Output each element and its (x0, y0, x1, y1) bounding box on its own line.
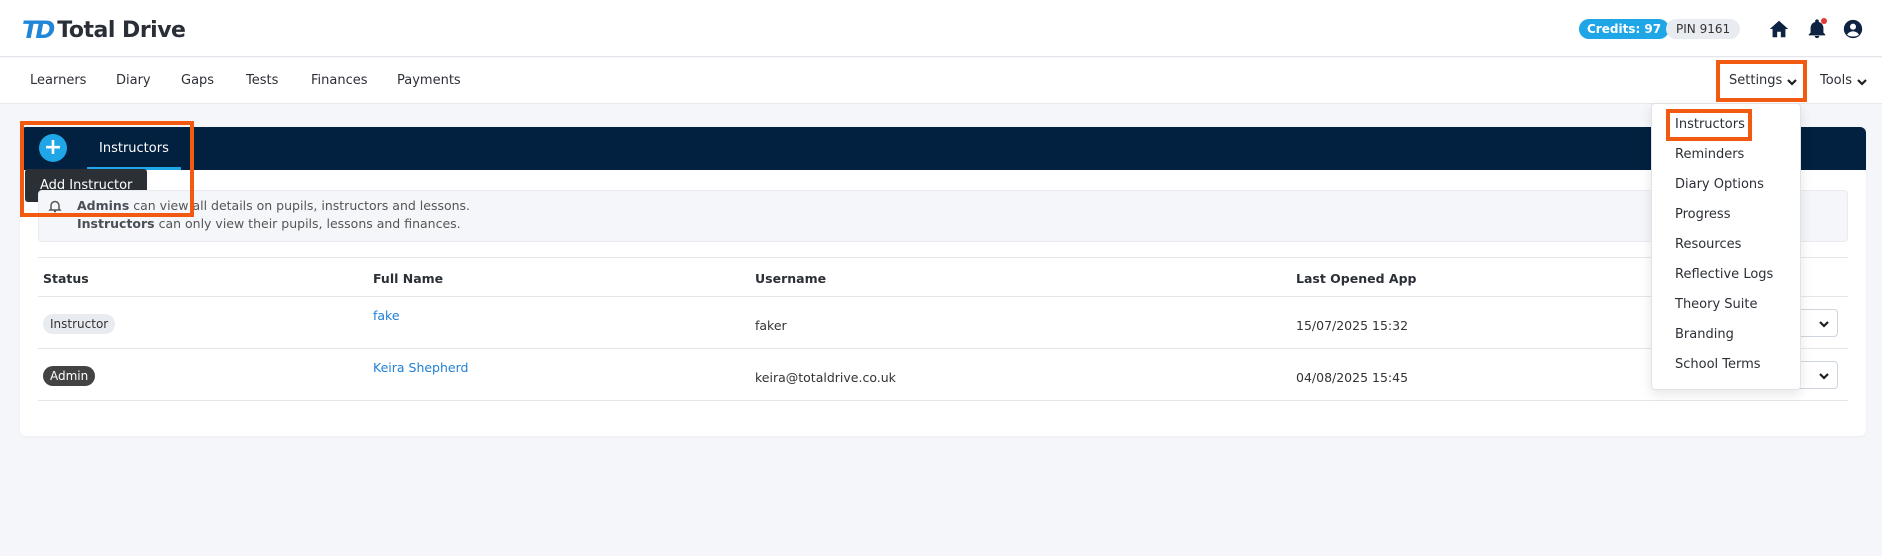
info-instructors-bold: Instructors (77, 216, 155, 231)
status-badge: Instructor (43, 314, 116, 334)
instructor-name-link[interactable]: Keira Shepherd (373, 360, 468, 375)
menu-item-diary-options[interactable]: Diary Options (1675, 177, 1764, 192)
chevron-down-icon (1819, 373, 1829, 380)
column-status[interactable]: Status (43, 271, 89, 286)
nav-diary[interactable]: Diary (116, 73, 151, 88)
table-row: Admin Keira Shepherd keira@totaldrive.co… (38, 349, 1848, 401)
info-admins-bold: Admins (77, 198, 130, 213)
status-badge: Admin (43, 366, 96, 386)
menu-item-theory-suite[interactable]: Theory Suite (1675, 297, 1758, 312)
pin-badge: PIN 9161 (1666, 19, 1741, 39)
bell-outline-icon (48, 199, 62, 213)
info-line-admins: Admins can view all details on pupils, i… (77, 198, 470, 213)
nav-gaps[interactable]: Gaps (181, 73, 214, 88)
tools-menu-button[interactable]: Tools (1820, 73, 1867, 88)
menu-item-reminders[interactable]: Reminders (1675, 147, 1744, 162)
instructor-name-link[interactable]: fake (373, 308, 400, 323)
table-header: Status Full Name Username Last Opened Ap… (38, 257, 1848, 297)
logo-text: Total Drive (57, 17, 186, 43)
column-last-opened-app[interactable]: Last Opened App (1296, 271, 1416, 286)
nav-finances[interactable]: Finances (311, 73, 368, 88)
tab-instructors[interactable]: Instructors (87, 127, 181, 170)
logo-mark: TD (22, 16, 55, 44)
column-username[interactable]: Username (755, 271, 826, 286)
info-line-instructors: Instructors can only view their pupils, … (77, 216, 461, 231)
column-full-name[interactable]: Full Name (373, 271, 443, 286)
info-banner: Admins can view all details on pupils, i… (38, 190, 1848, 242)
logo[interactable]: TD Total Drive (22, 16, 186, 44)
nav-tests[interactable]: Tests (246, 73, 278, 88)
username-cell: faker (755, 318, 787, 333)
menu-item-progress[interactable]: Progress (1675, 207, 1730, 222)
chevron-down-icon (1787, 76, 1798, 86)
last-opened-cell: 04/08/2025 15:45 (1296, 370, 1409, 385)
home-icon[interactable] (1767, 17, 1791, 41)
notification-dot (1821, 18, 1827, 24)
last-opened-cell: 15/07/2025 15:32 (1296, 318, 1409, 333)
username-cell: keira@totaldrive.co.uk (755, 370, 896, 385)
settings-dropdown: Instructors Reminders Diary Options Prog… (1651, 103, 1801, 390)
menu-item-reflective-logs[interactable]: Reflective Logs (1675, 267, 1773, 282)
nav-payments[interactable]: Payments (397, 73, 461, 88)
add-instructor-button[interactable]: + (39, 134, 67, 162)
main-nav: Learners Diary Gaps Tests Finances Payme… (0, 58, 1882, 104)
tools-label: Tools (1820, 73, 1853, 88)
nav-learners[interactable]: Learners (30, 73, 86, 88)
info-instructors-text: can only view their pupils, lessons and … (154, 216, 461, 231)
user-icon[interactable] (1841, 17, 1865, 41)
chevron-down-icon (1857, 76, 1867, 86)
menu-item-instructors[interactable]: Instructors (1675, 117, 1745, 132)
settings-menu-button[interactable]: Settings (1729, 73, 1798, 88)
credits-badge[interactable]: Credits: 97 (1579, 19, 1670, 39)
menu-item-resources[interactable]: Resources (1675, 237, 1741, 252)
menu-item-school-terms[interactable]: School Terms (1675, 357, 1761, 372)
chevron-down-icon (1819, 321, 1829, 328)
table-row: Instructor fake faker 15/07/2025 15:32 (38, 297, 1848, 349)
panel-header: + Instructors (20, 127, 1866, 170)
menu-item-branding[interactable]: Branding (1675, 327, 1734, 342)
info-admins-text: can view all details on pupils, instruct… (129, 198, 471, 213)
settings-label: Settings (1729, 73, 1783, 88)
top-header: TD Total Drive Credits: 97 PIN 9161 (0, 0, 1882, 57)
bell-icon[interactable] (1805, 17, 1829, 41)
